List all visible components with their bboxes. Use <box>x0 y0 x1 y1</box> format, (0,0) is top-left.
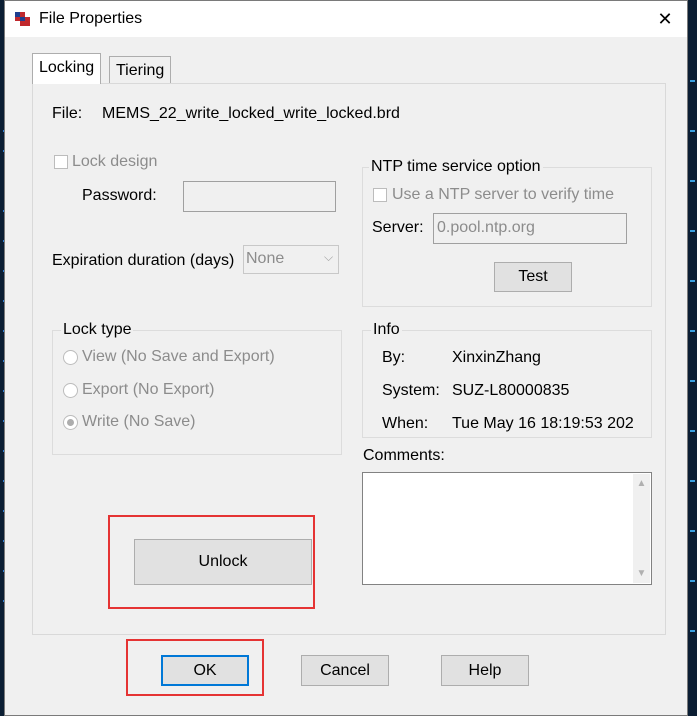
comments-textarea[interactable]: ▲ ▼ <box>362 472 652 585</box>
tab-locking[interactable]: Locking <box>32 53 102 84</box>
chevron-down-icon: ⌵ <box>324 250 334 264</box>
info-when-label: When: <box>382 415 429 432</box>
use-ntp-label: Use a NTP server to verify time <box>392 186 614 203</box>
server-input[interactable]: 0.pool.ntp.org <box>433 213 627 244</box>
info-when-clip: Tue May 16 18:19:53 202 <box>452 415 634 437</box>
radio-view-label: View (No Save and Export) <box>82 348 275 365</box>
radio-export-label: Export (No Export) <box>82 381 215 398</box>
title-bar: File Properties ✕ <box>5 1 687 37</box>
help-button[interactable]: Help <box>441 655 529 686</box>
lock-design-checkbox[interactable] <box>54 155 68 169</box>
unlock-button[interactable]: Unlock <box>134 539 312 585</box>
ok-button[interactable]: OK <box>161 655 249 686</box>
radio-export[interactable] <box>63 383 78 398</box>
close-icon[interactable]: ✕ <box>651 7 679 31</box>
background-canvas-right <box>688 0 697 724</box>
lock-type-title: Lock type <box>61 321 134 339</box>
window-title: File Properties <box>39 10 143 27</box>
file-label: File: <box>52 105 83 122</box>
password-input[interactable] <box>183 181 336 212</box>
info-when-value: Tue May 16 18:19:53 202 <box>452 415 634 432</box>
use-ntp-checkbox[interactable] <box>373 188 387 202</box>
info-system-value: SUZ-L80000835 <box>452 382 570 399</box>
info-system-label: System: <box>382 382 440 399</box>
cancel-button[interactable]: Cancel <box>301 655 389 686</box>
test-button[interactable]: Test <box>494 262 572 292</box>
scroll-up-icon[interactable]: ▲ <box>633 478 650 489</box>
background-statusbar <box>0 716 697 724</box>
lock-design-label: Lock design <box>72 153 158 170</box>
tab-tiering[interactable]: Tiering <box>109 56 172 84</box>
file-name: MEMS_22_write_locked_write_locked.brd <box>102 105 400 122</box>
info-by-label: By: <box>382 349 406 366</box>
radio-view[interactable] <box>63 350 78 365</box>
radio-write[interactable] <box>63 415 78 430</box>
comments-scrollbar[interactable]: ▲ ▼ <box>633 474 650 583</box>
password-label: Password: <box>82 187 157 204</box>
info-by-value: XinxinZhang <box>452 349 541 366</box>
comments-label: Comments: <box>363 447 445 464</box>
scroll-down-icon[interactable]: ▼ <box>633 568 650 579</box>
radio-write-label: Write (No Save) <box>82 413 196 430</box>
server-label: Server: <box>372 219 424 236</box>
info-title: Info <box>371 321 402 339</box>
file-properties-dialog: File Properties ✕ Locking Tiering File: … <box>4 0 688 716</box>
server-value: 0.pool.ntp.org <box>437 219 535 236</box>
expiration-value: None <box>246 250 285 267</box>
expiration-label: Expiration duration (days) <box>52 252 235 269</box>
ntp-title: NTP time service option <box>369 158 543 176</box>
allegro-app-icon <box>13 10 33 28</box>
expiration-select[interactable]: None ⌵ <box>243 245 339 274</box>
